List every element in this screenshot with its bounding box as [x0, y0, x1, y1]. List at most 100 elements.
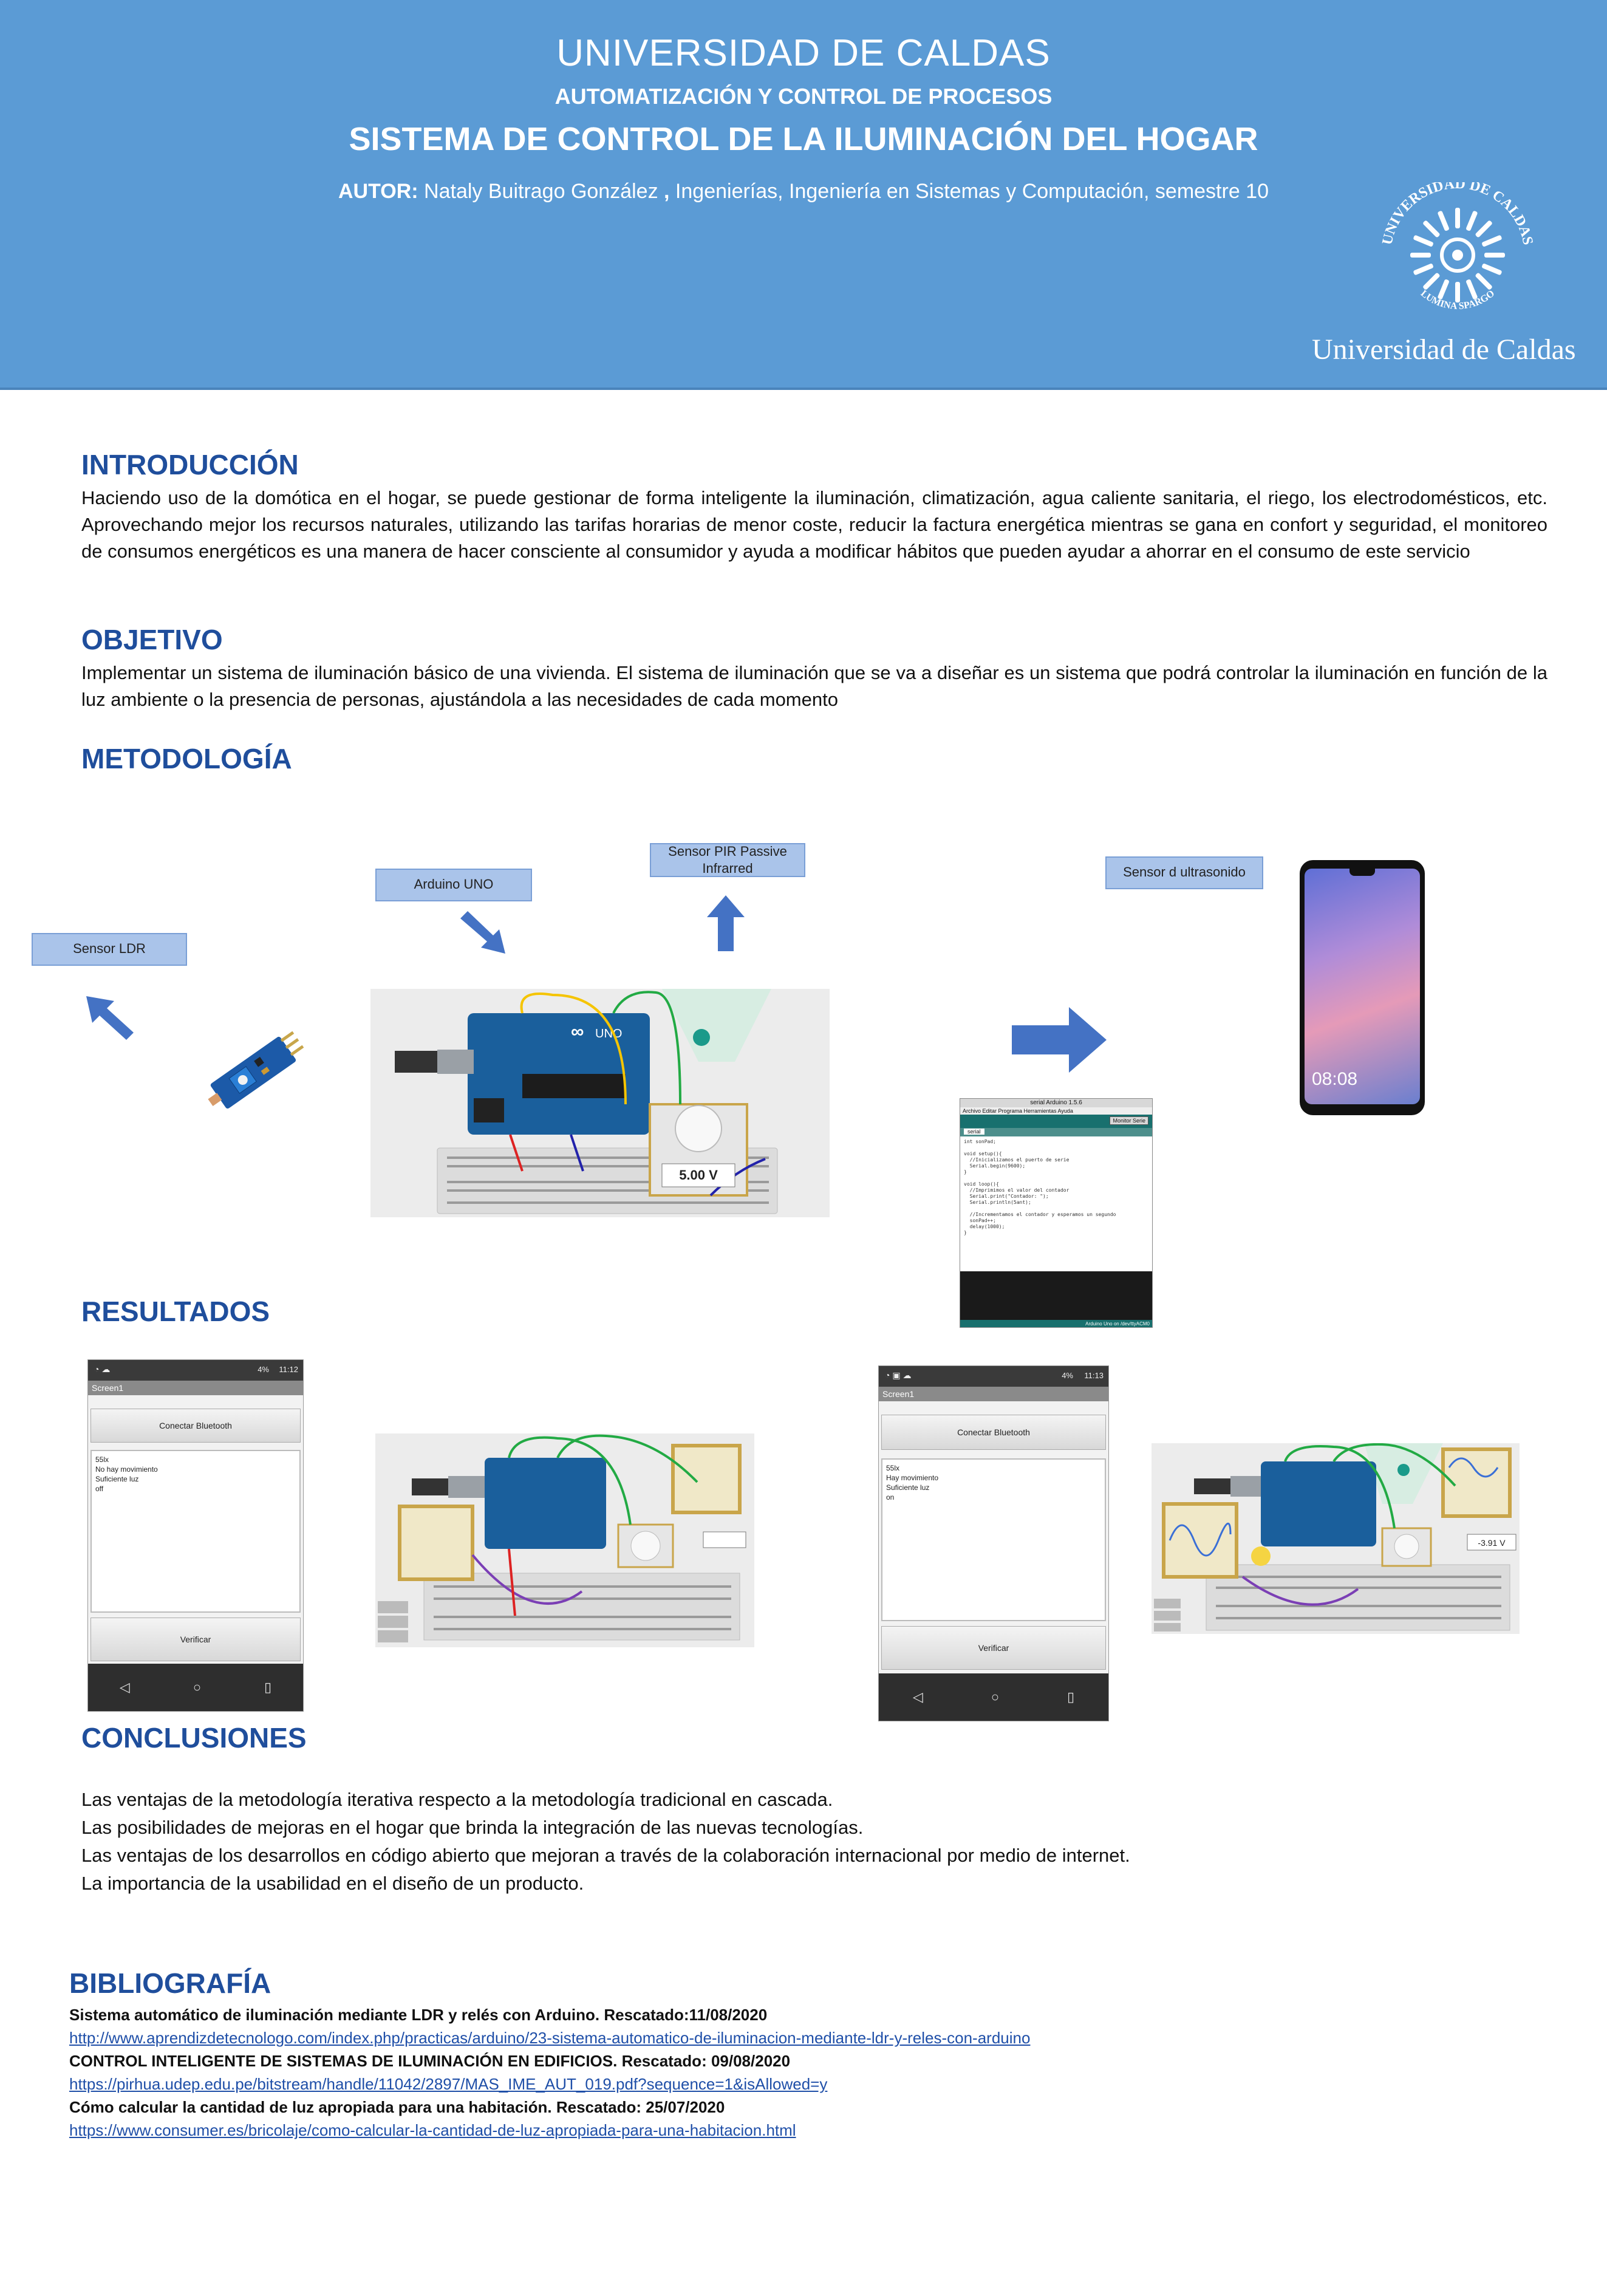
bib-link[interactable]: http://www.aprendizdetecnologo.com/index… — [69, 2026, 1527, 2049]
arrow-to-phone-icon — [1012, 1007, 1107, 1073]
objetivo-text: Implementar un sistema de iluminación bá… — [81, 662, 1547, 710]
svg-text:∞: ∞ — [571, 1022, 584, 1042]
program-subtitle: AUTOMATIZACIÓN Y CONTROL DE PROCESOS — [554, 84, 1053, 109]
code-line: Serial.println(5ant); — [964, 1200, 1031, 1205]
code-line: delay(1000); — [964, 1224, 1005, 1229]
app-screenshot-2: ◔ ▣ ☁ 4% 11:13 Screen1 Conectar Bluetoot… — [878, 1365, 1109, 1721]
code-line: } — [964, 1230, 967, 1235]
university-logo-text: Universidad de Caldas — [1312, 333, 1576, 366]
serial-status-bar: Arduino Uno on /dev/ttyACM0 — [960, 1320, 1152, 1327]
code-line: } — [964, 1169, 967, 1175]
arrow-to-arduino-icon — [460, 911, 505, 954]
label-sensor-ldr: Sensor LDR — [32, 933, 187, 966]
circuit-result-2: -3.91 V — [1152, 1443, 1520, 1634]
app-title-1: Screen1 — [88, 1381, 303, 1395]
conclusion-item: Las ventajas de la metodología iterativa… — [81, 1789, 833, 1810]
connect-bluetooth-button-1[interactable]: Conectar Bluetooth — [90, 1409, 301, 1443]
output-line: Suficiente luz — [95, 1475, 139, 1483]
author-name: Nataly Buitrago González — [418, 180, 664, 203]
status-icons-left: ◔ ☁ — [94, 1364, 111, 1374]
serial-monitor-window: serial Arduino 1.5.6 Archivo Editar Prog… — [960, 1098, 1153, 1328]
author-line: AUTOR: Nataly Buitrago González , Ingeni… — [0, 180, 1607, 203]
smartphone-image: 08:08 — [1300, 860, 1425, 1115]
arrow-to-pir-icon — [707, 895, 745, 951]
ldr-sensor-module-image — [208, 1031, 304, 1109]
arrow-to-ldr-icon — [86, 996, 134, 1040]
code-line: sonPad++; — [964, 1218, 996, 1223]
conclusiones-list: Las ventajas de la metodología iterativa… — [81, 1786, 1539, 1898]
bib-link[interactable]: https://pirhua.udep.edu.pe/bitstream/han… — [69, 2072, 1527, 2096]
bib-title: Sistema automático de iluminación median… — [69, 2006, 768, 2024]
code-line: //Inicializamos el puerto de serie — [964, 1157, 1070, 1163]
arduino-circuit-diagram: ∞ UNO 5.00 V — [370, 989, 830, 1217]
bib-link[interactable]: https://www.consumer.es/bricolaje/como-c… — [69, 2119, 1527, 2142]
label-sensor-ultrasonido: Sensor d ultrasonido — [1105, 856, 1263, 889]
code-line: void loop(){ — [964, 1181, 999, 1187]
serial-code-editor: int sonPad; void setup(){ //Inicializamo… — [960, 1136, 1152, 1271]
verify-button-1[interactable]: Verificar — [90, 1618, 301, 1661]
serial-console — [960, 1271, 1152, 1320]
output-line: Hay movimiento — [886, 1474, 939, 1482]
android-nav-bar-1: ◁ ○ ▯ — [88, 1664, 303, 1711]
output-line: 55lx — [886, 1464, 900, 1472]
code-line: Serial.begin(9600); — [964, 1163, 1026, 1169]
serial-monitor-button[interactable]: Monitor Serie — [1110, 1116, 1148, 1125]
output-line: No hay movimiento — [95, 1465, 158, 1474]
resultados-heading: RESULTADOS — [81, 1296, 270, 1327]
status-bar-2: ◔ ▣ ☁ 4% 11:13 — [879, 1366, 1108, 1387]
conclusion-item: Las posibilidades de mejoras en el hogar… — [81, 1817, 864, 1838]
metodologia-heading: METODOLOGÍA — [81, 743, 292, 774]
serial-menu-bar: Archivo Editar Programa Herramientas Ayu… — [960, 1107, 1152, 1115]
conclusiones-heading: CONCLUSIONES — [81, 1722, 307, 1754]
code-line: void setup(){ — [964, 1151, 1002, 1157]
clock-2: 11:13 — [1084, 1371, 1104, 1380]
output-line: Suficiente luz — [886, 1483, 930, 1492]
bib-title: CONTROL INTELIGENTE DE SISTEMAS DE ILUMI… — [69, 2052, 791, 2070]
verify-button-2[interactable]: Verificar — [881, 1626, 1106, 1670]
output-line: 55lx — [95, 1455, 109, 1464]
bibliografia-list: Sistema automático de iluminación median… — [69, 2003, 1527, 2142]
university-seal-logo: UNIVERSIDAD DE CALDAS LUMINA SPARGO — [1379, 182, 1535, 312]
phone-notch — [1349, 869, 1375, 876]
svg-text:UNO: UNO — [595, 1027, 622, 1040]
intro-text: Haciendo uso de la domótica en el hogar,… — [81, 487, 1547, 562]
poster-title: SISTEMA DE CONTROL DE LA ILUMINACIÓN DEL… — [349, 121, 1258, 157]
recents-icon[interactable]: ▯ — [264, 1679, 271, 1695]
app-screenshot-1: ◔ ☁ 4% 11:12 Screen1 Conectar Bluetooth … — [87, 1359, 304, 1712]
bibliografia-heading: BIBLIOGRAFÍA — [69, 1967, 271, 1999]
label-sensor-pir: Sensor PIR Passive Infrarred — [650, 843, 805, 877]
app-title-2: Screen1 — [879, 1387, 1108, 1401]
serial-window-title: serial Arduino 1.5.6 — [960, 1099, 1152, 1107]
clock-1: 11:12 — [279, 1365, 298, 1374]
svg-text:5.00 V: 5.00 V — [679, 1167, 718, 1183]
author-label: AUTOR: — [338, 180, 418, 203]
code-line: //Incrementamos el contador y esperamos … — [964, 1212, 1116, 1217]
recents-icon[interactable]: ▯ — [1067, 1689, 1074, 1705]
code-line: Serial.print("Contador: "); — [964, 1194, 1049, 1199]
status-bar-1: ◔ ☁ 4% 11:12 — [88, 1360, 303, 1381]
author-details: Ingenierías, Ingeniería en Sistemas y Co… — [669, 180, 1269, 203]
home-icon[interactable]: ○ — [193, 1679, 201, 1695]
svg-text:-3.91 V: -3.91 V — [1478, 1538, 1506, 1548]
back-icon[interactable]: ◁ — [913, 1689, 923, 1705]
label-arduino-uno: Arduino UNO — [375, 869, 532, 901]
university-title: UNIVERSIDAD DE CALDAS — [556, 32, 1051, 74]
conclusion-item: La importancia de la usabilidad en el di… — [81, 1873, 584, 1894]
battery-1: 4% — [258, 1365, 269, 1374]
code-line: int sonPad; — [964, 1139, 996, 1144]
output-line: on — [886, 1493, 895, 1502]
bib-title: Cómo calcular la cantidad de luz apropia… — [69, 2098, 725, 2116]
phone-clock: 08:08 — [1312, 1069, 1358, 1089]
output-line: off — [95, 1485, 104, 1493]
circuit-result-1 — [375, 1433, 754, 1647]
back-icon[interactable]: ◁ — [120, 1679, 130, 1695]
intro-heading: INTRODUCCIÓN — [81, 449, 299, 480]
serial-tab[interactable]: serial — [964, 1129, 984, 1135]
conclusion-item: Las ventajas de los desarrollos en códig… — [81, 1845, 1130, 1866]
connect-bluetooth-button-2[interactable]: Conectar Bluetooth — [881, 1415, 1106, 1450]
home-icon[interactable]: ○ — [991, 1689, 999, 1705]
sensor-output-2: 55lx Hay movimiento Suficiente luz on — [881, 1458, 1106, 1621]
